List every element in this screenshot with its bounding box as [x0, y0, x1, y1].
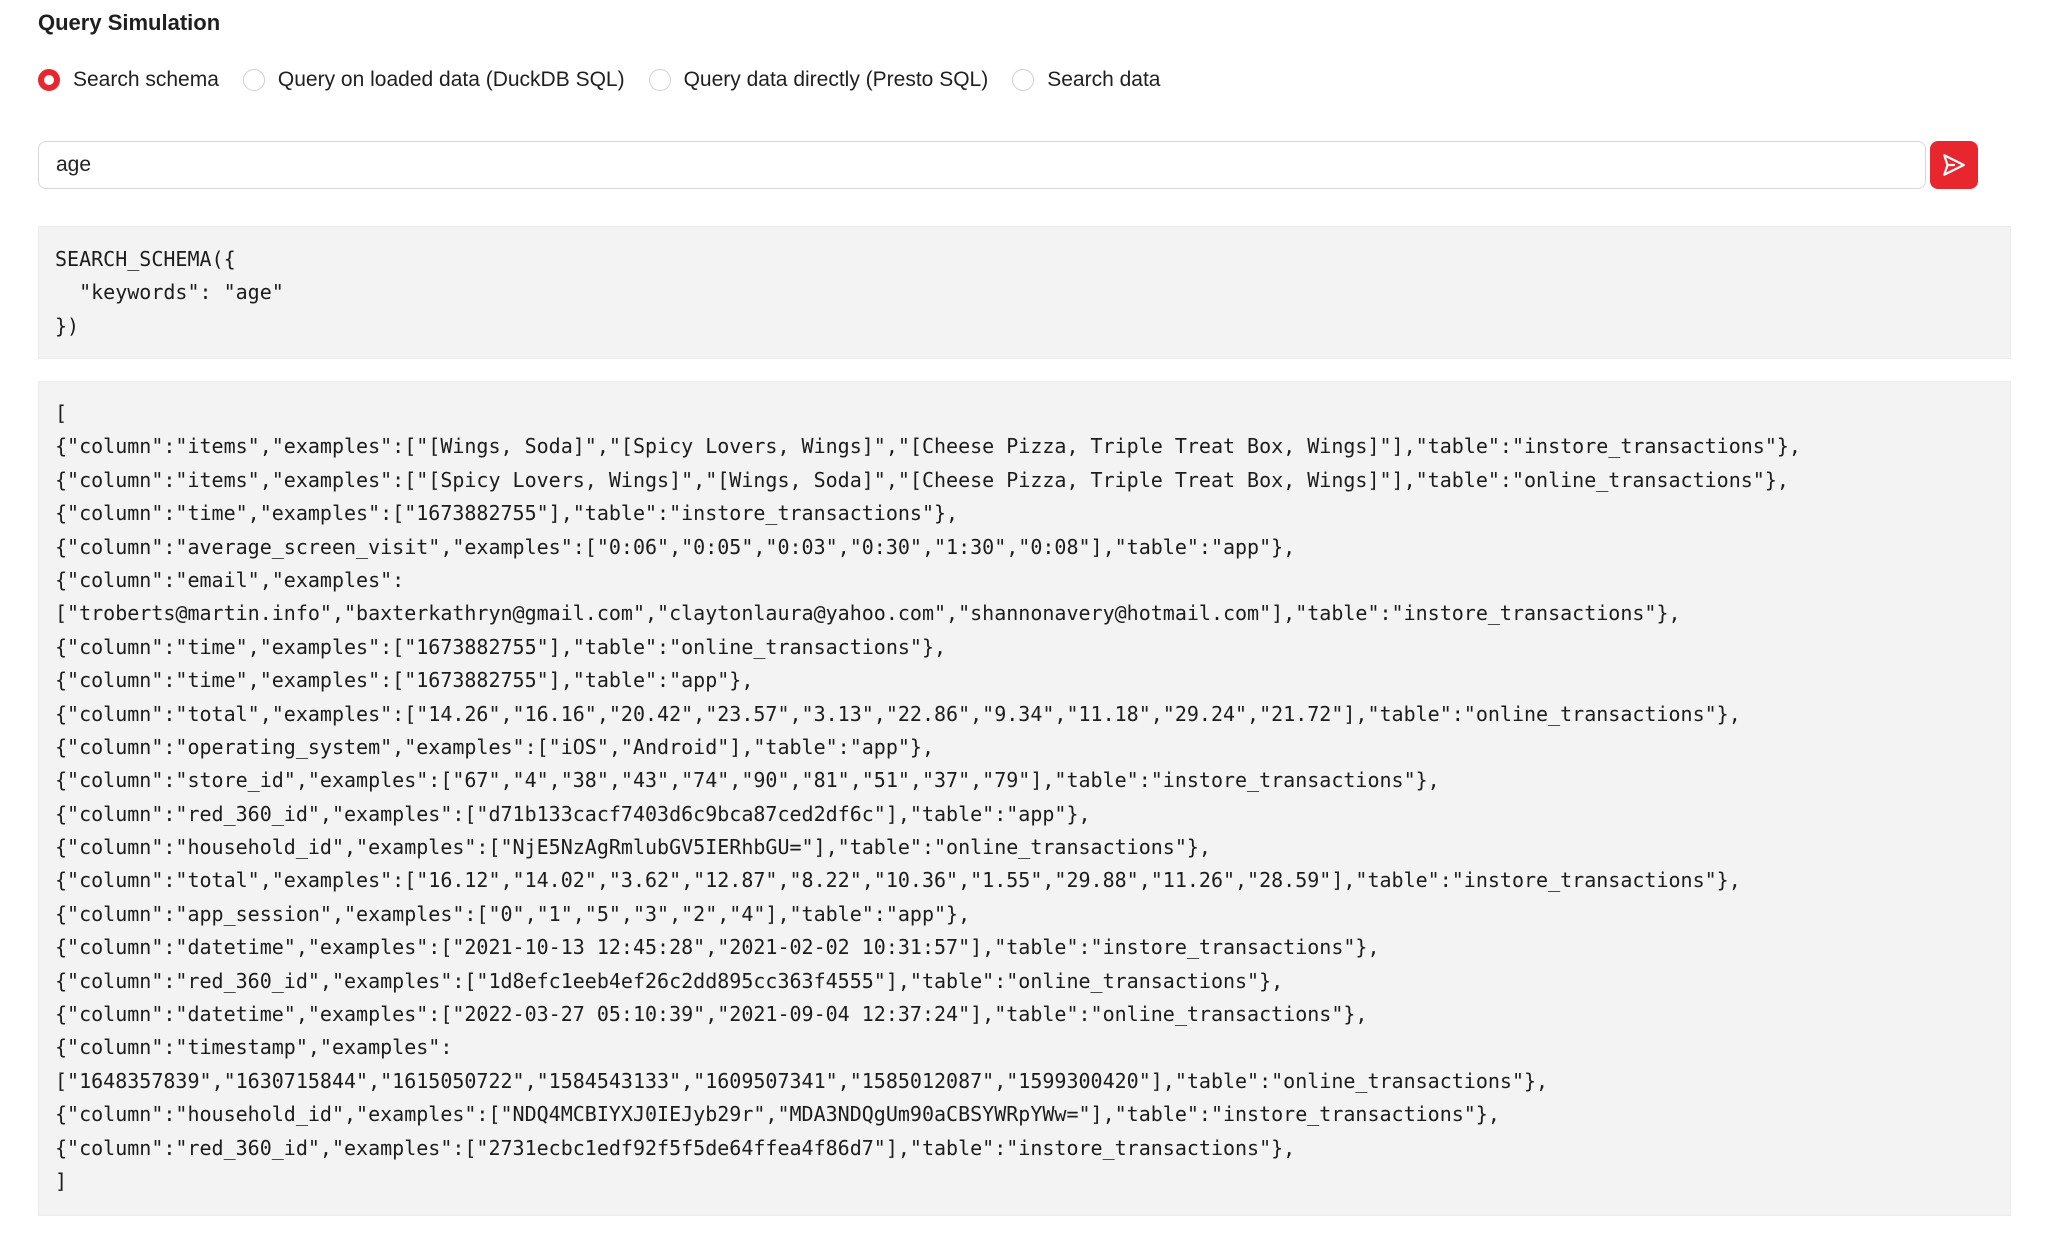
result-code-line: {"column":"items","examples":["[Wings, S… — [55, 434, 1801, 459]
result-code-line: {"column":"household_id","examples":["ND… — [55, 1102, 1500, 1127]
result-code-line: {"column":"datetime","examples":["2021-1… — [55, 935, 1380, 960]
result-code-line: {"column":"red_360_id","examples":["d71b… — [55, 801, 1091, 826]
radio-label: Query on loaded data (DuckDB SQL) — [277, 68, 625, 91]
query-mode-radio-group: Search schema Query on loaded data (Duck… — [38, 64, 1184, 96]
radio-label: Search schema — [73, 68, 219, 91]
result-code-line: {"column":"total","examples":["16.12","1… — [55, 868, 1741, 893]
result-code-line: ] — [55, 1168, 68, 1193]
radio-search-schema[interactable]: Search schema — [38, 68, 219, 92]
result-code-line: ["troberts@martin.info","baxterkathryn@g… — [55, 601, 1681, 626]
result-code-line: {"column":"time","examples":["1673882755… — [55, 634, 947, 659]
radio-button[interactable] — [648, 69, 671, 91]
radio-button[interactable] — [242, 69, 265, 91]
result-code-line: {"column":"red_360_id","examples":["1d8e… — [55, 968, 1284, 993]
result-code-line: {"column":"total","examples":["14.26","1… — [55, 701, 1741, 726]
result-code-line: {"column":"datetime","examples":["2022-0… — [55, 1002, 1368, 1027]
result-code-line: {"column":"red_360_id","examples":["2731… — [55, 1135, 1296, 1160]
radio-button[interactable] — [1012, 69, 1035, 91]
send-icon — [1941, 152, 1967, 178]
result-code-line: {"column":"items","examples":["[Spicy Lo… — [55, 467, 1789, 492]
radio-search-data[interactable]: Search data — [1012, 68, 1160, 92]
query-result-panel: [ {"column":"items","examples":["[Wings, … — [38, 381, 2011, 1216]
result-code-line: {"column":"email","examples": — [55, 567, 405, 592]
query-code-line: "keywords": "age" — [55, 280, 284, 305]
radio-label: Search data — [1047, 68, 1161, 91]
result-code-line: {"column":"operating_system","examples":… — [55, 734, 934, 759]
result-code-line: {"column":"time","examples":["1673882755… — [55, 668, 754, 693]
result-code-line: {"column":"time","examples":["1673882755… — [55, 501, 959, 526]
send-button[interactable] — [1930, 141, 1978, 189]
result-code-line: {"column":"app_session","examples":["0",… — [55, 901, 971, 926]
query-preview-panel: SEARCH_SCHEMA({ "keywords": "age"}) — [38, 226, 2011, 359]
radio-query-data-directly[interactable]: Query data directly (Presto SQL) — [648, 68, 989, 92]
query-code-line: }) — [55, 313, 80, 338]
result-code-line: {"column":"average_screen_visit","exampl… — [55, 534, 1296, 559]
result-code-line: {"column":"household_id","examples":["Nj… — [55, 835, 1211, 860]
radio-label: Query data directly (Presto SQL) — [683, 68, 989, 91]
page-title: Query Simulation — [38, 10, 221, 35]
result-code-line: ["1648357839","1630715844","1615050722",… — [55, 1068, 1549, 1093]
radio-button-selected[interactable] — [38, 69, 60, 91]
radio-query-loaded-data[interactable]: Query on loaded data (DuckDB SQL) — [242, 68, 625, 92]
result-code-line: [ — [55, 401, 68, 425]
search-input[interactable] — [38, 141, 1926, 189]
result-code-line: {"column":"store_id","examples":["67","4… — [55, 768, 1440, 793]
result-code-line: {"column":"timestamp","examples": — [55, 1035, 453, 1060]
query-code-line: SEARCH_SCHEMA({ — [55, 247, 236, 271]
